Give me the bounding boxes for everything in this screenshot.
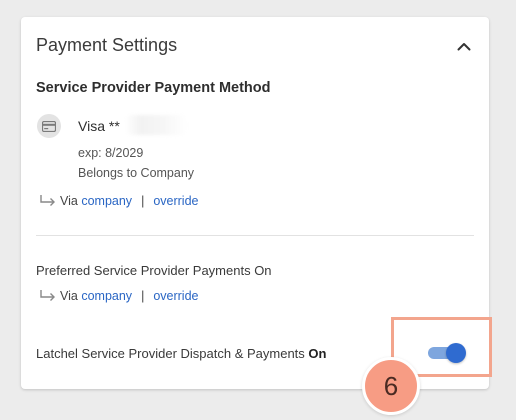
latchel-dispatch-state: On bbox=[308, 346, 327, 361]
card-owner: Belongs to Company bbox=[78, 166, 195, 180]
payment-method-heading: Service Provider Payment Method bbox=[36, 80, 271, 96]
company-link[interactable]: company bbox=[81, 194, 132, 208]
override-link[interactable]: override bbox=[153, 194, 198, 208]
override-link[interactable]: override bbox=[153, 289, 198, 303]
company-link[interactable]: company bbox=[81, 289, 132, 303]
separator: | bbox=[141, 194, 145, 208]
chevron-up-icon bbox=[457, 42, 471, 50]
latchel-dispatch-text: Latchel Service Provider Dispatch & Paym… bbox=[36, 346, 305, 361]
separator: | bbox=[141, 289, 145, 303]
credit-card-icon bbox=[42, 120, 56, 132]
page: Payment Settings Service Provider Paymen… bbox=[0, 0, 516, 420]
card-expiry: exp: 8/2029 bbox=[78, 146, 144, 160]
collapse-button[interactable] bbox=[453, 37, 475, 55]
section-divider bbox=[36, 235, 474, 236]
return-arrow-icon bbox=[40, 290, 55, 301]
panel-title: Payment Settings bbox=[36, 35, 178, 55]
payment-method-source: Via company | override bbox=[39, 194, 198, 208]
return-arrow-icon bbox=[40, 195, 55, 206]
redacted-card-digits bbox=[125, 115, 187, 135]
preferred-payments-source: Via company | override bbox=[39, 289, 198, 303]
via-prefix: Via bbox=[60, 289, 78, 303]
card-brand-masked-number: Visa ** bbox=[78, 118, 120, 134]
latchel-dispatch-label: Latchel Service Provider Dispatch & Paym… bbox=[36, 346, 326, 361]
preferred-payments-label: Preferred Service Provider Payments On bbox=[36, 263, 272, 278]
via-prefix: Via bbox=[60, 194, 78, 208]
tutorial-step-badge: 6 bbox=[362, 357, 420, 415]
card-avatar bbox=[37, 114, 61, 138]
